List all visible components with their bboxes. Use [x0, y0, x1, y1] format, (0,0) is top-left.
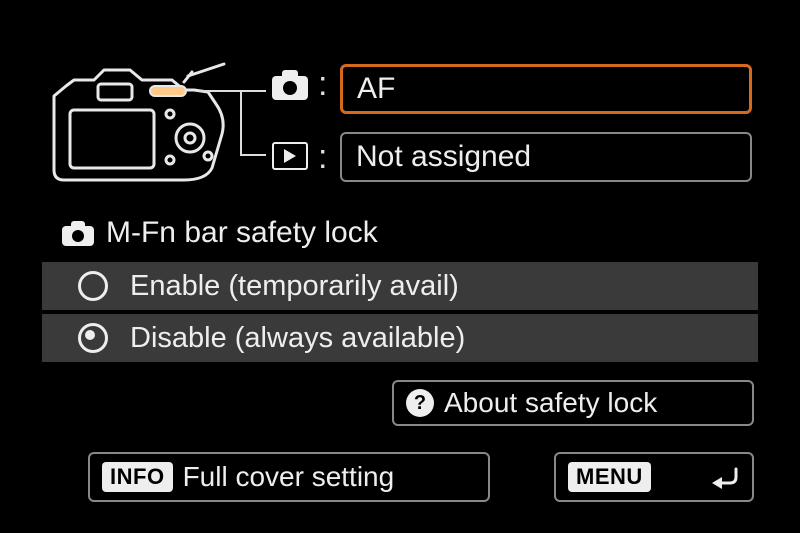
camera-menu-screen: : : AF Not assigned M-Fn bar safety lock…	[0, 0, 800, 533]
return-icon	[710, 465, 740, 489]
safety-lock-title: M-Fn bar safety lock	[62, 216, 378, 250]
camera-icon	[62, 221, 94, 245]
camera-diagram	[44, 56, 234, 186]
radio-icon	[78, 323, 108, 353]
about-safety-lock-button[interactable]: ? About safety lock	[392, 380, 754, 426]
menu-key-badge: MENU	[568, 462, 651, 492]
radio-icon	[78, 271, 108, 301]
safety-lock-option-disable[interactable]: Disable (always available)	[42, 314, 758, 362]
separator-colon: :	[318, 138, 327, 177]
help-icon: ?	[406, 389, 434, 417]
connector-line	[240, 90, 242, 156]
about-safety-lock-label: About safety lock	[444, 387, 657, 419]
connector-line	[198, 90, 266, 92]
info-key-badge: INFO	[102, 462, 173, 492]
shooting-assignment-value: AF	[357, 72, 395, 106]
safety-lock-title-text: M-Fn bar safety lock	[106, 216, 378, 250]
option-label: Disable (always available)	[130, 322, 465, 355]
shooting-assignment-field[interactable]: AF	[340, 64, 752, 114]
info-button-label: Full cover setting	[183, 461, 395, 493]
info-full-cover-button[interactable]: INFO Full cover setting	[88, 452, 490, 502]
playback-assignment-value: Not assigned	[356, 140, 531, 174]
option-label: Enable (temporarily avail)	[130, 270, 459, 303]
playback-assignment-field[interactable]: Not assigned	[340, 132, 752, 182]
separator-colon: :	[318, 65, 327, 104]
playback-icon	[272, 142, 308, 170]
connector-line	[240, 154, 266, 156]
camera-icon	[272, 70, 308, 98]
safety-lock-option-enable[interactable]: Enable (temporarily avail)	[42, 262, 758, 310]
menu-back-button[interactable]: MENU	[554, 452, 754, 502]
